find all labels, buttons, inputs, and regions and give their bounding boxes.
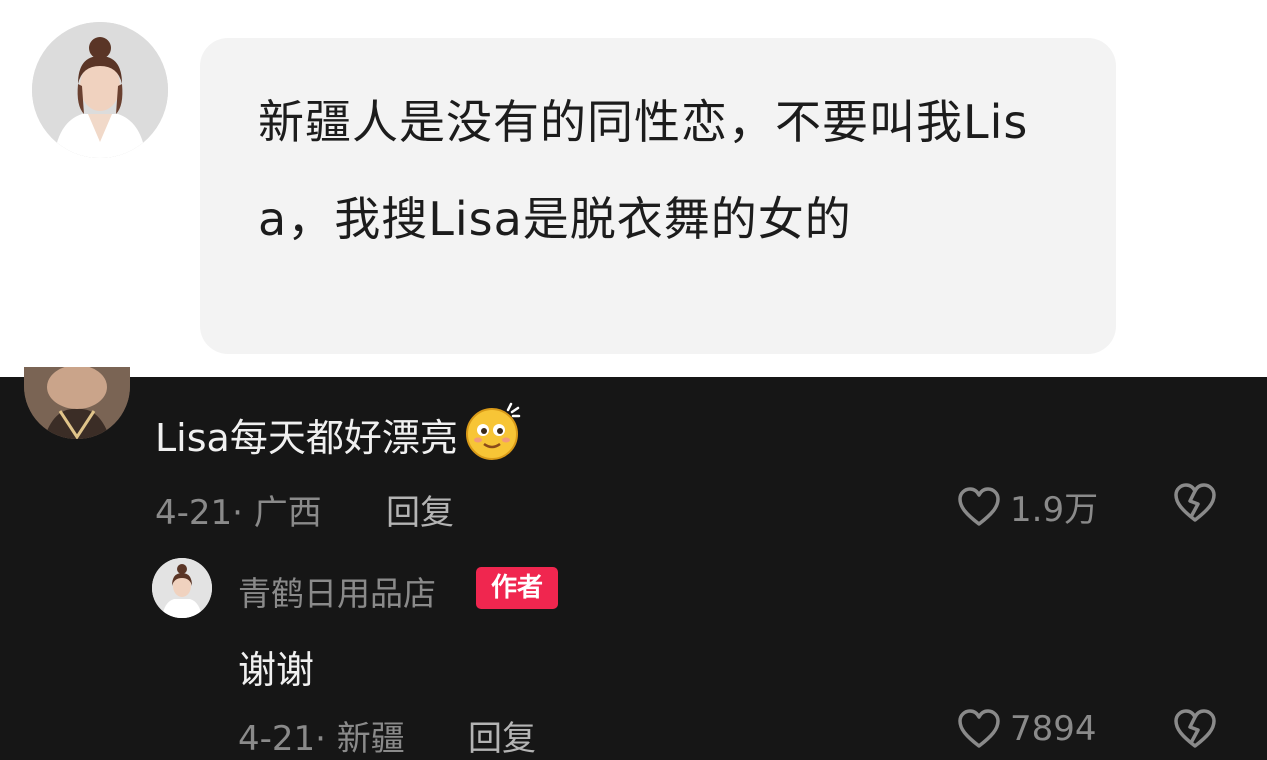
commenter-avatar[interactable] bbox=[24, 367, 130, 439]
reply-dislike-button[interactable] bbox=[1172, 708, 1218, 750]
quoted-message-panel: 新疆人是没有的同性恋，不要叫我Lisa，我搜Lisa是脱衣舞的女的 bbox=[0, 0, 1267, 377]
reply-like-button[interactable]: 7894 bbox=[956, 708, 1097, 750]
broken-heart-icon bbox=[1174, 709, 1216, 748]
author-badge: 作者 bbox=[476, 567, 558, 609]
comment-1-like-button[interactable]: 1.9万 bbox=[956, 482, 1098, 531]
comment-1: Lisa每天都好漂亮 bbox=[155, 402, 524, 462]
heart-icon bbox=[958, 709, 1000, 748]
reply-reply-button[interactable]: 回复 bbox=[468, 711, 536, 760]
comment-section: Lisa每天都好漂亮 4-21· 广西 回复 1.9万 青鹤日用品店 作者 谢谢… bbox=[0, 367, 1267, 759]
smiling-face-emoji-icon bbox=[465, 402, 521, 460]
comment-1-reply-button[interactable]: 回复 bbox=[386, 485, 454, 534]
comment-1-like-count: 1.9万 bbox=[1010, 490, 1099, 530]
broken-heart-icon bbox=[1174, 483, 1216, 522]
comment-1-date-location: 4-21· 广西 bbox=[155, 493, 322, 533]
message-text: 新疆人是没有的同性恋，不要叫我Lisa，我搜Lisa是脱衣舞的女的 bbox=[258, 95, 1029, 246]
heart-icon bbox=[958, 486, 1000, 526]
reply-like-count: 7894 bbox=[1010, 709, 1097, 749]
reply-username[interactable]: 青鹤日用品店 bbox=[238, 567, 436, 615]
message-bubble: 新疆人是没有的同性恋，不要叫我Lisa，我搜Lisa是脱衣舞的女的 bbox=[200, 38, 1116, 354]
reply-date-location: 4-21· 新疆 bbox=[238, 719, 405, 759]
comment-1-dislike-button[interactable] bbox=[1172, 482, 1218, 524]
reply-author-avatar[interactable] bbox=[152, 558, 212, 618]
sender-avatar[interactable] bbox=[32, 22, 168, 158]
reply-text: 谢谢 bbox=[238, 648, 315, 692]
comment-1-text: Lisa每天都好漂亮 bbox=[155, 416, 458, 460]
